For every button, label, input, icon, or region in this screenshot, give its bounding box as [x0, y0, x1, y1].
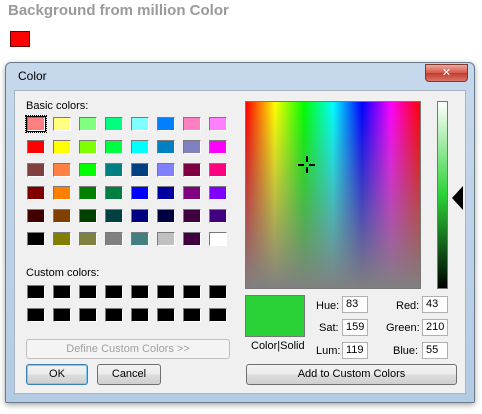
- custom-color-swatch[interactable]: [79, 308, 97, 322]
- basic-color-swatch[interactable]: [209, 163, 227, 177]
- basic-color-swatch[interactable]: [157, 117, 175, 131]
- basic-color-swatch[interactable]: [183, 209, 201, 223]
- cancel-button[interactable]: Cancel: [97, 364, 161, 385]
- basic-color-swatch[interactable]: [209, 209, 227, 223]
- basic-color-swatch[interactable]: [105, 163, 123, 177]
- basic-color-swatch[interactable]: [131, 209, 149, 223]
- dialog-body: Basic colors: Custom colors: Define Cust…: [14, 90, 466, 394]
- basic-color-swatch[interactable]: [157, 163, 175, 177]
- basic-color-swatch[interactable]: [157, 186, 175, 200]
- page-title: Background from million Color: [8, 2, 229, 19]
- blue-label: Blue:: [393, 345, 419, 357]
- basic-color-swatch[interactable]: [131, 186, 149, 200]
- basic-color-swatch[interactable]: [105, 117, 123, 131]
- basic-color-swatch[interactable]: [209, 117, 227, 131]
- basic-color-swatch[interactable]: [157, 209, 175, 223]
- basic-color-swatch[interactable]: [105, 140, 123, 154]
- custom-color-swatch[interactable]: [27, 308, 45, 322]
- basic-color-swatch[interactable]: [79, 117, 97, 131]
- basic-color-swatch[interactable]: [209, 186, 227, 200]
- sat-field[interactable]: 159: [342, 319, 368, 336]
- custom-color-swatch[interactable]: [183, 308, 201, 322]
- blue-field[interactable]: 55: [422, 342, 448, 359]
- custom-color-swatch[interactable]: [157, 285, 175, 299]
- basic-color-swatch[interactable]: [131, 232, 149, 246]
- basic-color-swatch[interactable]: [79, 186, 97, 200]
- basic-color-swatch[interactable]: [27, 163, 45, 177]
- color-spectrum[interactable]: [245, 101, 421, 289]
- basic-color-swatch[interactable]: [105, 209, 123, 223]
- basic-color-swatch[interactable]: [131, 117, 149, 131]
- basic-colors-label: Basic colors:: [26, 100, 89, 112]
- basic-color-swatch[interactable]: [27, 209, 45, 223]
- basic-color-swatch[interactable]: [53, 140, 71, 154]
- basic-color-swatch[interactable]: [27, 140, 45, 154]
- basic-color-swatch[interactable]: [53, 117, 71, 131]
- basic-color-swatch[interactable]: [27, 186, 45, 200]
- custom-color-swatch[interactable]: [105, 308, 123, 322]
- basic-color-swatch[interactable]: [183, 140, 201, 154]
- color-preview: [245, 295, 305, 337]
- ok-button[interactable]: OK: [26, 364, 88, 385]
- custom-color-swatch[interactable]: [209, 308, 227, 322]
- color-solid-label: Color|Solid: [251, 340, 305, 352]
- basic-color-swatch[interactable]: [209, 232, 227, 246]
- close-button[interactable]: ✕: [425, 64, 468, 82]
- basic-color-swatch[interactable]: [209, 140, 227, 154]
- color-dialog: Color ✕ Basic colors: Custom colors: Def…: [5, 62, 475, 403]
- custom-color-swatch[interactable]: [157, 308, 175, 322]
- basic-color-swatch[interactable]: [105, 186, 123, 200]
- crosshair-icon: [298, 156, 315, 173]
- basic-color-swatch[interactable]: [79, 140, 97, 154]
- custom-color-swatch[interactable]: [183, 285, 201, 299]
- luminosity-arrow-icon[interactable]: [452, 186, 463, 210]
- luminosity-slider[interactable]: [437, 101, 448, 289]
- custom-colors-grid: [26, 284, 228, 323]
- sat-label: Sat:: [319, 322, 339, 334]
- basic-color-swatch[interactable]: [53, 209, 71, 223]
- define-custom-colors-button[interactable]: Define Custom Colors >>: [26, 339, 230, 359]
- custom-color-swatch[interactable]: [27, 285, 45, 299]
- basic-color-swatch[interactable]: [157, 232, 175, 246]
- hue-label: Hue:: [316, 300, 340, 312]
- lum-label: Lum:: [316, 345, 341, 357]
- lum-field[interactable]: 119: [342, 342, 368, 359]
- basic-color-swatch[interactable]: [183, 117, 201, 131]
- custom-color-swatch[interactable]: [79, 285, 97, 299]
- basic-colors-grid: [25, 115, 228, 247]
- basic-color-swatch[interactable]: [25, 115, 47, 133]
- basic-color-swatch[interactable]: [79, 163, 97, 177]
- basic-color-swatch[interactable]: [79, 232, 97, 246]
- custom-color-swatch[interactable]: [53, 285, 71, 299]
- basic-color-swatch[interactable]: [131, 163, 149, 177]
- custom-color-swatch[interactable]: [53, 308, 71, 322]
- custom-color-swatch[interactable]: [105, 285, 123, 299]
- add-to-custom-colors-button[interactable]: Add to Custom Colors: [246, 364, 457, 385]
- basic-color-swatch[interactable]: [27, 232, 45, 246]
- basic-color-swatch[interactable]: [157, 140, 175, 154]
- selected-color-swatch: [10, 31, 30, 47]
- basic-color-swatch[interactable]: [183, 163, 201, 177]
- custom-color-swatch[interactable]: [209, 285, 227, 299]
- red-label: Red:: [396, 300, 420, 312]
- basic-color-swatch[interactable]: [105, 232, 123, 246]
- basic-color-swatch[interactable]: [53, 186, 71, 200]
- dialog-title: Color: [18, 69, 47, 83]
- hue-field[interactable]: 83: [342, 296, 368, 313]
- basic-color-swatch[interactable]: [131, 140, 149, 154]
- custom-color-swatch[interactable]: [131, 285, 149, 299]
- close-icon: ✕: [441, 67, 452, 79]
- green-field[interactable]: 210: [422, 319, 448, 336]
- green-label: Green:: [386, 322, 420, 334]
- custom-color-swatch[interactable]: [131, 308, 149, 322]
- basic-color-swatch[interactable]: [183, 232, 201, 246]
- basic-color-swatch[interactable]: [183, 186, 201, 200]
- red-field[interactable]: 43: [422, 296, 448, 313]
- custom-colors-label: Custom colors:: [26, 267, 100, 279]
- basic-color-swatch[interactable]: [53, 163, 71, 177]
- basic-color-swatch[interactable]: [79, 209, 97, 223]
- basic-color-swatch[interactable]: [53, 232, 71, 246]
